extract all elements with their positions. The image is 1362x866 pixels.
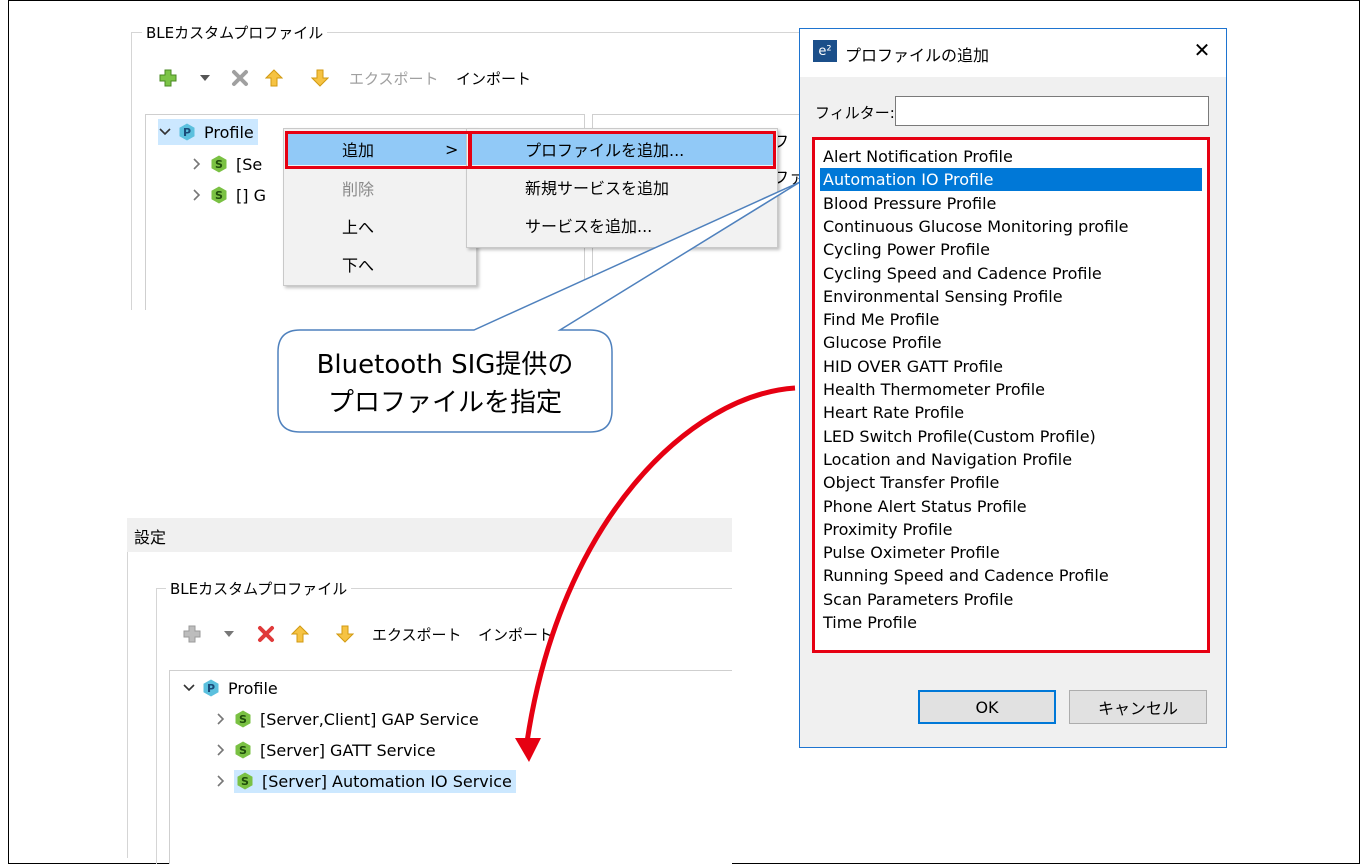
red-arrow [515,385,796,762]
